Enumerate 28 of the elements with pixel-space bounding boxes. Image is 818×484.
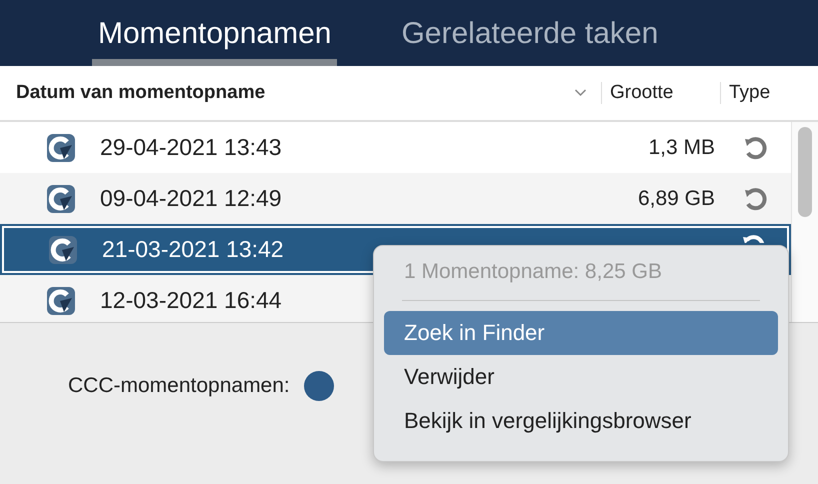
chevron-down-icon[interactable] (574, 89, 587, 97)
table-cell-text: 12-03-2021 16:44 (100, 287, 283, 314)
restore-icon (743, 186, 767, 210)
restore-icon (741, 234, 765, 243)
table-row[interactable]: 29-04-2021 13:43 1,3 MB (0, 122, 791, 173)
menu-header: 1 Momentopname: 8,25 GB (403, 260, 663, 285)
menu-item[interactable]: Verwijder (384, 355, 778, 399)
restore-icon (743, 136, 767, 160)
app-icon (46, 286, 76, 316)
table-cell-text: 21-03-2021 13:42 (102, 236, 285, 263)
app-icon (46, 132, 76, 162)
table-cell-text: 09-04-2021 12:49 (100, 185, 283, 212)
scrollbar[interactable] (791, 122, 818, 322)
table-cell: 6,89 GB (638, 186, 715, 210)
scroll-thumb[interactable] (798, 127, 812, 217)
column-header[interactable]: Datum van momentopname (0, 82, 574, 104)
popup-button[interactable] (304, 371, 334, 401)
settings-label: CCC-momentopnamen: (68, 374, 290, 398)
app-icon (46, 184, 76, 214)
table-row[interactable]: 09-04-2021 12:49 6,89 GB (0, 173, 791, 224)
menu-item[interactable]: Bekijk in vergelijkingsbrowser (384, 399, 778, 443)
column-header[interactable]: Type (720, 82, 818, 104)
tab[interactable]: Gerelateerde taken (395, 0, 664, 66)
table-cell-text: 29-04-2021 13:43 (100, 134, 283, 161)
app-icon (48, 234, 78, 264)
column-header[interactable]: Grootte (601, 82, 720, 104)
table-cell: 1,3 MB (648, 136, 715, 160)
menu-item[interactable]: Zoek in Finder (384, 311, 778, 355)
